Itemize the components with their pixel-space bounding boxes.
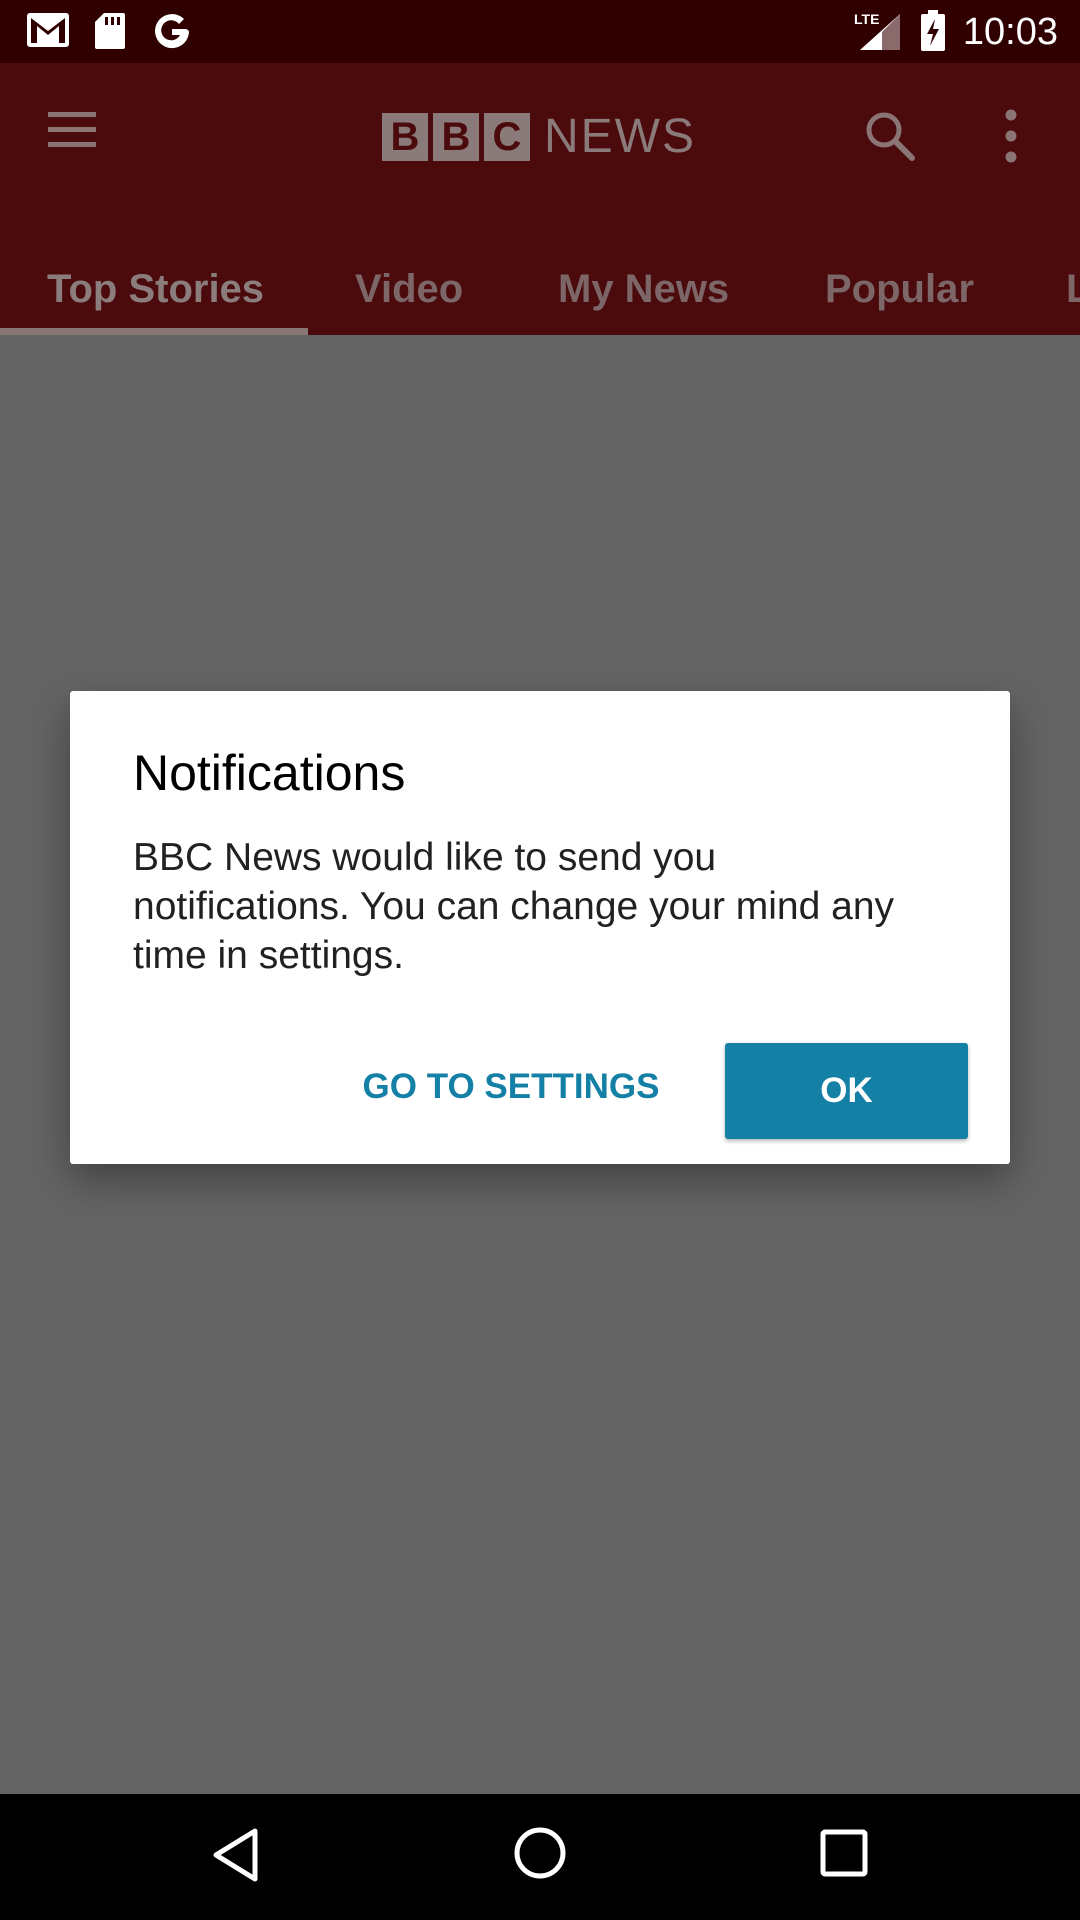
tab-my-news[interactable]: My News [558,243,729,335]
logo-letter: B [433,113,479,161]
status-time: 10:03 [962,11,1058,53]
recents-square-icon[interactable] [820,1829,868,1882]
tab-top-stories[interactable]: Top Stories [47,243,264,335]
google-icon [152,12,192,57]
svg-text:LTE: LTE [854,11,879,27]
dialog-message: BBC News would like to send you notifica… [133,836,895,977]
hamburger-menu-icon[interactable] [46,109,98,154]
more-vert-icon[interactable] [998,108,1024,169]
logo-letter: B [382,113,428,161]
lte-signal-icon: LTE [852,10,902,57]
dialog-title: Notifications [133,745,406,801]
bbc-news-logo: B B C NEWS [382,113,696,161]
status-bar: LTE 10:03 [0,0,1080,63]
tab-indicator [0,328,308,335]
battery-charging-icon [920,10,946,57]
logo-letter: C [484,113,530,161]
search-icon[interactable] [864,110,916,167]
back-triangle-icon[interactable] [212,1827,260,1888]
sd-card-icon [94,12,126,55]
tab-popular[interactable]: Popular [825,243,974,335]
go-to-settings-button[interactable]: GO TO SETTINGS [280,1043,742,1131]
tab-video[interactable]: Video [355,243,463,335]
tab-strip: Top Stories Video My News Popular L [0,243,1080,335]
app-bar: B B C NEWS Top Stories Video My News Pop… [0,63,1080,335]
tab-l[interactable]: L [1066,243,1080,335]
system-nav-bar [0,1794,1080,1920]
notifications-dialog: Notifications BBC News would like to sen… [70,691,1010,1164]
ok-button[interactable]: OK [725,1043,968,1139]
gmail-icon [26,12,70,53]
home-circle-icon[interactable] [513,1826,567,1885]
logo-news-text: NEWS [544,110,696,163]
